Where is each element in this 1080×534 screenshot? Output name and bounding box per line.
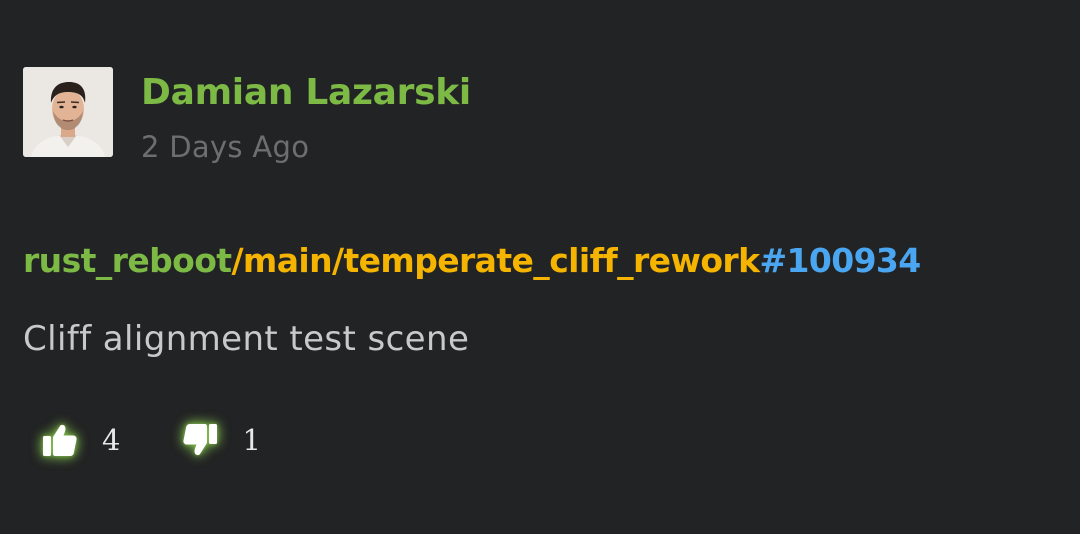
commit-reference[interactable]: rust_reboot/main/temperate_cliff_rework#…	[23, 241, 921, 280]
avatar-image	[23, 67, 113, 157]
commit-message: Cliff alignment test scene	[23, 319, 470, 359]
like-count: 4	[102, 423, 121, 457]
change-number[interactable]: #100934	[759, 241, 921, 280]
post-timestamp: 2 Days Ago	[141, 130, 310, 164]
branch-path[interactable]: /main/temperate_cliff_rework	[231, 241, 760, 280]
repo-name[interactable]: rust_reboot	[23, 241, 232, 280]
author-name[interactable]: Damian Lazarski	[141, 72, 471, 113]
dislike-button[interactable]: 1	[180, 420, 261, 460]
like-button[interactable]: 4	[40, 420, 120, 460]
reactions-bar: 4 1	[40, 420, 261, 460]
commit-card: Damian Lazarski 2 Days Ago rust_reboot/m…	[0, 0, 1080, 534]
avatar[interactable]	[23, 67, 113, 157]
dislike-count: 1	[242, 423, 261, 457]
thumbs-down-icon[interactable]	[180, 420, 220, 460]
thumbs-up-icon[interactable]	[40, 420, 80, 460]
